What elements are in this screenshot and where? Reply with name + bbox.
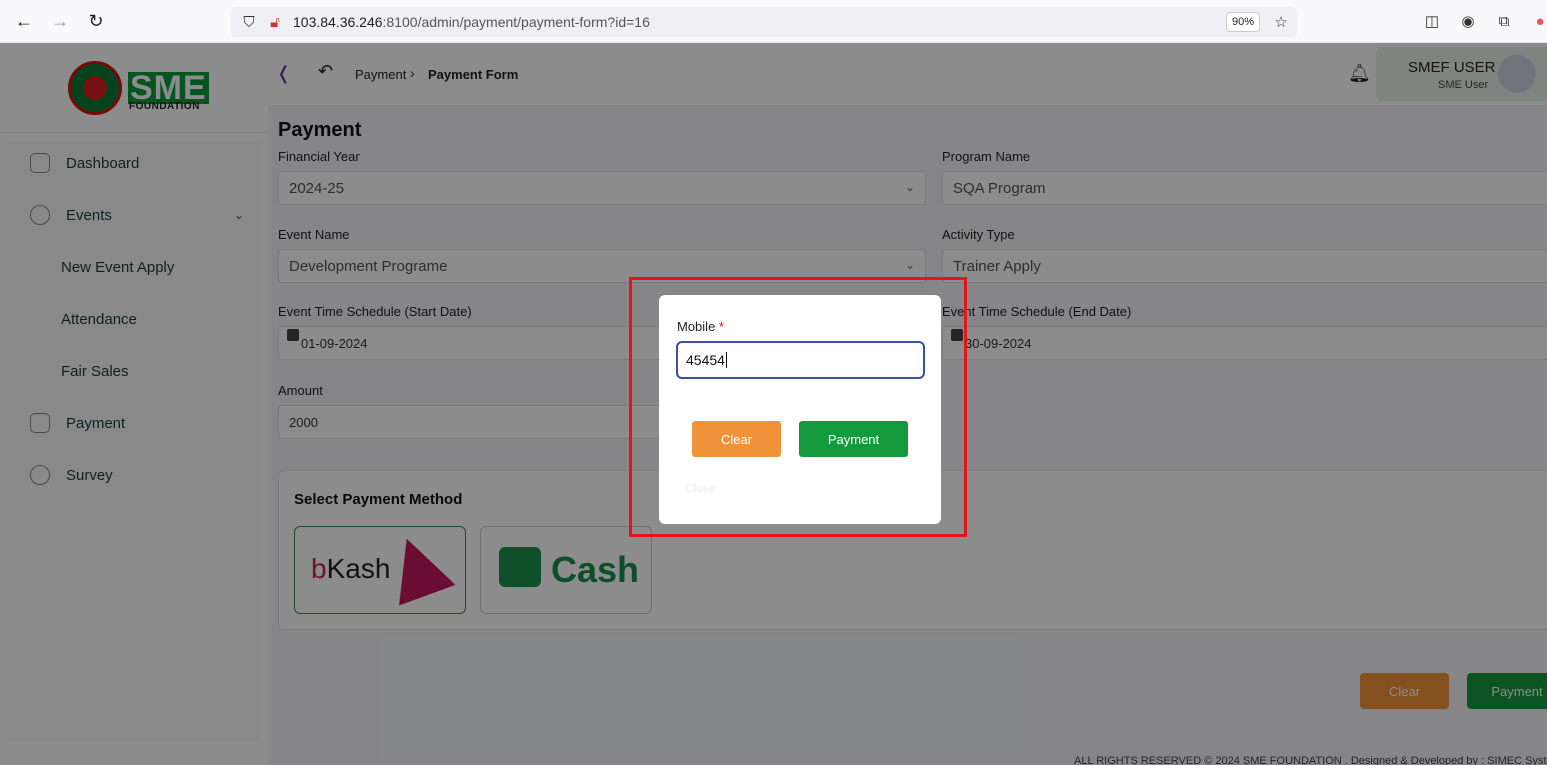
profile-icon[interactable]: ● [1530, 11, 1547, 31]
extensions-icon[interactable]: ⧉ [1494, 11, 1514, 31]
highlight-annotation [629, 277, 967, 537]
reload-icon[interactable]: ↻ [85, 10, 107, 32]
back-arrow-icon[interactable]: ← [13, 10, 35, 32]
insecure-lock-icon[interactable]: 🔓︎ [265, 12, 285, 32]
shield-icon[interactable]: ⛉ [239, 12, 259, 32]
bookmark-star-icon[interactable]: ☆ [1271, 12, 1291, 32]
forward-arrow-icon[interactable]: → [49, 10, 71, 32]
zoom-level[interactable]: 90% [1226, 12, 1260, 32]
address-bar[interactable]: ⛉ 🔓︎ 103.84.36.246:8100/admin/payment/pa… [231, 7, 1297, 37]
browser-toolbar: ← → ↻ ⛉ 🔓︎ 103.84.36.246:8100/admin/paym… [0, 0, 1547, 43]
url-text: 103.84.36.246:8100/admin/payment/payment… [293, 14, 650, 30]
pocket-icon[interactable]: ◫ [1422, 11, 1442, 31]
account-icon[interactable]: ◉ [1458, 11, 1478, 31]
